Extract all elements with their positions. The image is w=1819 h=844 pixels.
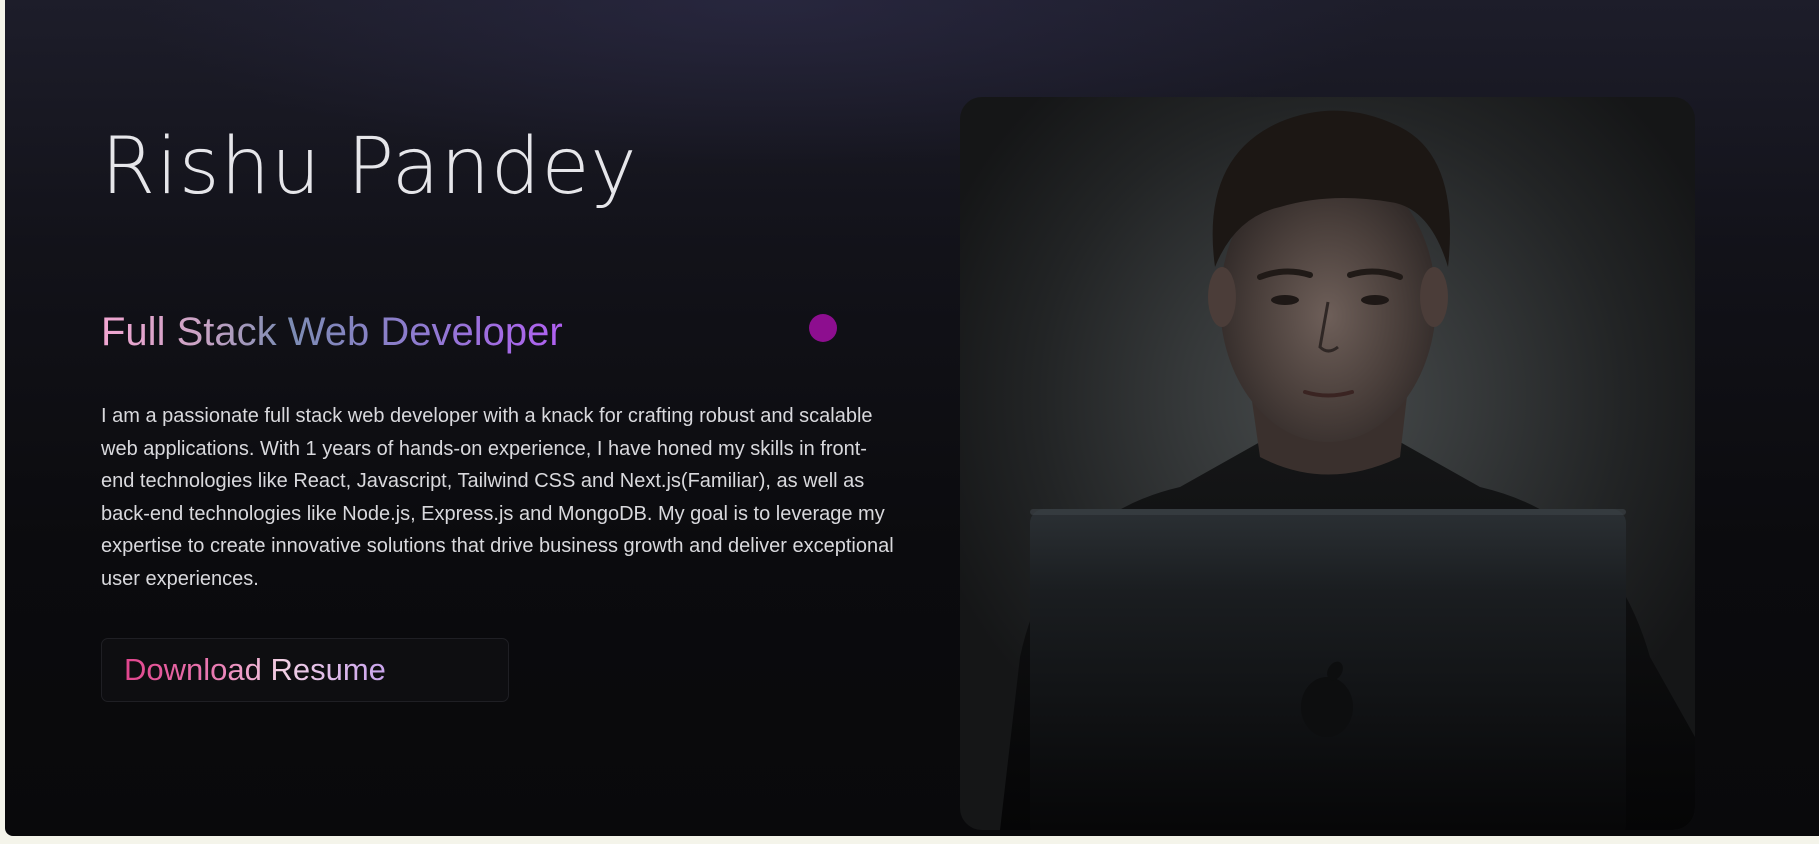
download-resume-button[interactable]: Download Resume [101,638,509,702]
download-resume-label: Download Resume [124,652,386,687]
developer-photo [960,97,1695,830]
hero-section: Rishu Pandey Full Stack Web Developer I … [5,0,1819,836]
accent-dot [809,314,837,342]
developer-illustration [1000,110,1695,830]
page-title: Rishu Pandey [101,122,638,212]
bio-paragraph: I am a passionate full stack web develop… [101,405,894,590]
role-subtitle: Full Stack Web Developer [101,310,563,354]
